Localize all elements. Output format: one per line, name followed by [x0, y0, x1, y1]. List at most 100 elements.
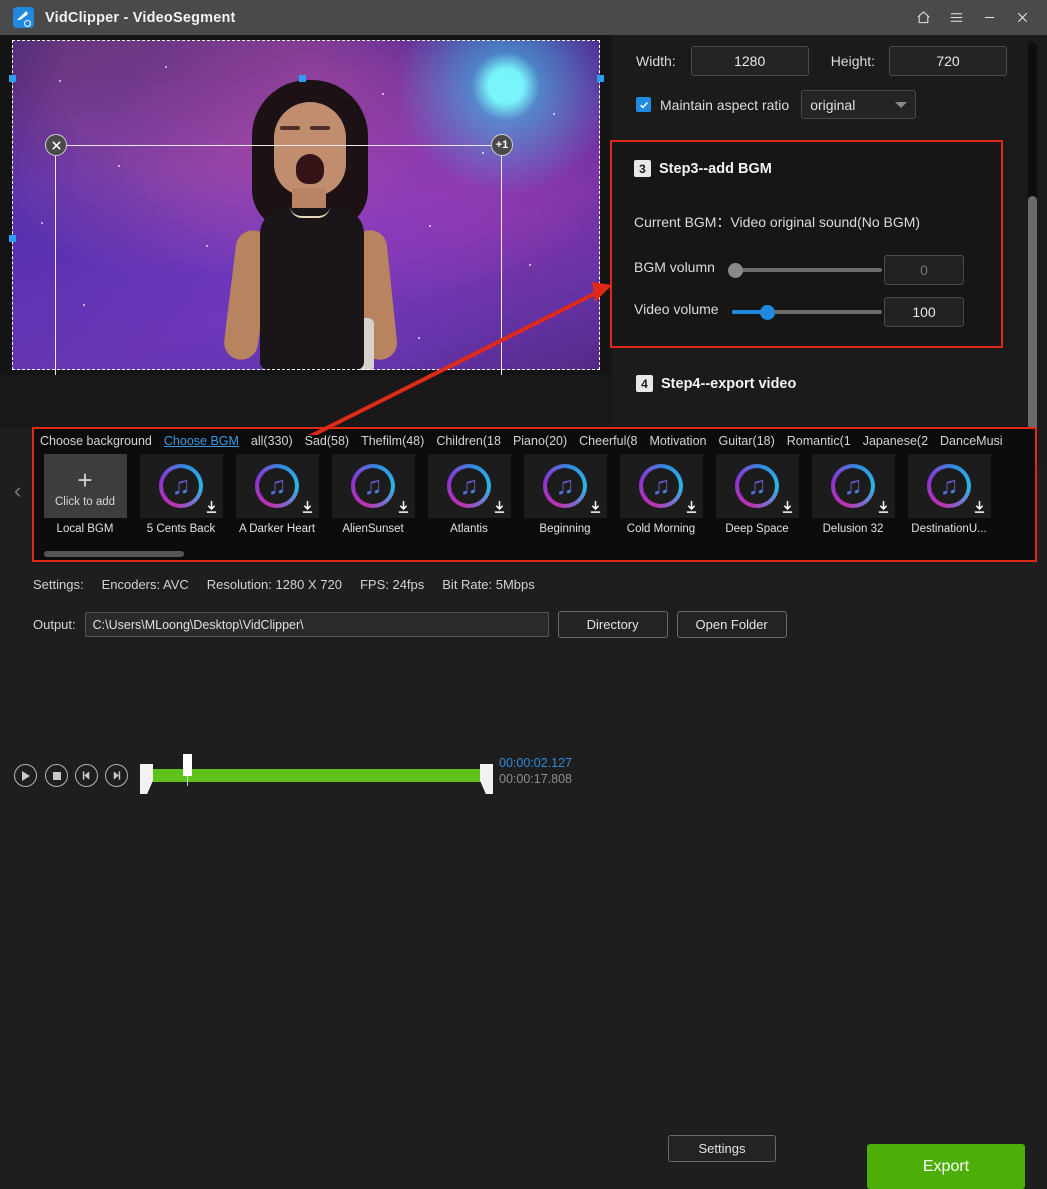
encoders-label: Encoders: AVC	[101, 577, 189, 592]
close-icon[interactable]	[1006, 0, 1039, 35]
bgm-card[interactable]: ♫ DestinationU...	[904, 454, 994, 535]
bgm-thumb[interactable]: ♫	[523, 454, 607, 518]
library-tab-6[interactable]: Piano(20)	[507, 434, 573, 448]
bgm-card-label: A Darker Heart	[238, 523, 316, 535]
plus-icon: +	[77, 465, 93, 495]
bgm-card-label: Cold Morning	[626, 523, 696, 535]
bgm-card[interactable]: ♫ Deep Space	[712, 454, 802, 535]
layer-bounding-box[interactable]	[55, 145, 502, 395]
playhead[interactable]	[183, 754, 192, 776]
delete-layer-handle[interactable]	[45, 134, 67, 156]
timeline-bar: 00:00:02.127 00:00:17.808	[0, 375, 612, 794]
output-path-input[interactable]: C:\Users\MLoong\Desktop\VidClipper\	[84, 612, 549, 637]
library-tab-11[interactable]: Japanese(2	[857, 434, 934, 448]
download-icon[interactable]	[301, 500, 314, 514]
music-note-icon: ♫	[351, 464, 395, 508]
bgm-card[interactable]: ♫ Cold Morning	[616, 454, 706, 535]
add-layer-handle[interactable]: +1	[491, 134, 513, 156]
bgm-thumb[interactable]: ♫	[811, 454, 895, 518]
settings-button[interactable]: Settings	[668, 1135, 776, 1162]
bgm-card[interactable]: ♫ Atlantis	[424, 454, 514, 535]
height-input[interactable]: 720	[889, 46, 1008, 76]
selection-corner-handle[interactable]	[597, 75, 604, 82]
bgm-card[interactable]: ♫ A Darker Heart	[232, 454, 322, 535]
bgm-thumb[interactable]: ♫	[619, 454, 703, 518]
trim-handle-end[interactable]	[480, 764, 493, 794]
bgm-volume-slider[interactable]	[732, 268, 882, 272]
bgm-card[interactable]: ♫ 5 Cents Back	[136, 454, 226, 535]
selection-corner-handle[interactable]	[9, 75, 16, 82]
library-tab-3[interactable]: Sad(58)	[299, 434, 355, 448]
library-tab-5[interactable]: Children(18	[430, 434, 507, 448]
home-icon[interactable]	[907, 0, 940, 35]
prev-frame-button[interactable]	[75, 764, 98, 787]
panel-scrollbar-thumb[interactable]	[1028, 196, 1037, 431]
minimize-icon[interactable]	[973, 0, 1006, 35]
bgm-thumb[interactable]: ♫	[907, 454, 991, 518]
directory-button[interactable]: Directory	[557, 611, 668, 638]
bgm-thumb[interactable]: ♫	[235, 454, 319, 518]
download-icon[interactable]	[781, 500, 794, 514]
bgm-thumb[interactable]: ♫	[139, 454, 223, 518]
add-local-bgm-thumb[interactable]: + Click to add	[43, 454, 127, 518]
trim-handle-start[interactable]	[140, 764, 153, 794]
bgm-thumb[interactable]: ♫	[427, 454, 511, 518]
download-icon[interactable]	[973, 500, 986, 514]
play-button[interactable]	[14, 764, 37, 787]
timeline-track[interactable]	[140, 754, 493, 796]
download-icon[interactable]	[397, 500, 410, 514]
library-tab-12[interactable]: DanceMusi	[934, 434, 1009, 448]
step4-title: Step4--export video	[661, 375, 797, 392]
library-tab-7[interactable]: Cheerful(8	[573, 434, 643, 448]
library-tab-0[interactable]: Choose background	[34, 434, 158, 448]
library-tab-10[interactable]: Romantic(1	[781, 434, 857, 448]
add-layer-label: +1	[495, 139, 509, 151]
library-tab-9[interactable]: Guitar(18)	[713, 434, 781, 448]
open-folder-button[interactable]: Open Folder	[676, 611, 787, 638]
library-tab-4[interactable]: Thefilm(48)	[355, 434, 430, 448]
step3-badge: 3	[634, 160, 651, 177]
library-horizontal-scrollbar[interactable]	[44, 551, 184, 557]
library-cards: + Click to add Local BGM ♫ 5 Cents Back ♫ A Da…	[40, 454, 1000, 535]
bgm-card[interactable]: + Click to add Local BGM	[40, 454, 130, 535]
bgm-card[interactable]: ♫ Beginning	[520, 454, 610, 535]
download-icon[interactable]	[877, 500, 890, 514]
video-volume-knob[interactable]	[760, 305, 775, 320]
bgm-card[interactable]: ♫ AlienSunset	[328, 454, 418, 535]
music-note-icon: ♫	[927, 464, 971, 508]
selection-corner-handle[interactable]	[299, 75, 306, 82]
menu-icon[interactable]	[940, 0, 973, 35]
stop-button[interactable]	[45, 764, 68, 787]
export-button[interactable]: Export	[867, 1144, 1025, 1189]
dimension-row: Width: 1280 Height: 720	[636, 43, 1026, 79]
bgm-thumb[interactable]: ♫	[331, 454, 415, 518]
video-volume-label: Video volume	[634, 301, 719, 317]
next-frame-button[interactable]	[105, 764, 128, 787]
download-icon[interactable]	[205, 500, 218, 514]
library-tab-1[interactable]: Choose BGM	[158, 434, 245, 448]
library-prev-arrow[interactable]: ‹	[14, 478, 21, 504]
aspect-ratio-value: original	[810, 96, 856, 113]
bgm-card[interactable]: ♫ Delusion 32	[808, 454, 898, 535]
download-icon[interactable]	[589, 500, 602, 514]
bgm-volume-knob[interactable]	[728, 263, 743, 278]
download-icon[interactable]	[685, 500, 698, 514]
download-icon[interactable]	[493, 500, 506, 514]
maintain-aspect-checkbox[interactable]	[636, 97, 651, 112]
app-logo-icon	[13, 7, 34, 28]
clip-segment[interactable]	[146, 769, 488, 782]
aspect-ratio-select[interactable]: original	[801, 90, 917, 119]
video-preview-area[interactable]: +1	[0, 35, 612, 410]
bgm-volume-value[interactable]: 0	[884, 255, 964, 285]
bgm-card-label: DestinationU...	[911, 523, 987, 535]
library-tab-8[interactable]: Motivation	[644, 434, 713, 448]
encode-settings-row: Settings: Encoders: AVC Resolution: 1280…	[33, 577, 535, 592]
selection-corner-handle[interactable]	[9, 235, 16, 242]
step3-heading: 3 Step3--add BGM	[634, 160, 772, 177]
current-bgm-value: Video original sound(No BGM)	[730, 214, 921, 230]
video-volume-value[interactable]: 100	[884, 297, 964, 327]
width-input[interactable]: 1280	[690, 46, 809, 76]
bgm-thumb[interactable]: ♫	[715, 454, 799, 518]
library-tab-2[interactable]: all(330)	[245, 434, 299, 448]
step4-heading[interactable]: 4 Step4--export video	[636, 375, 796, 392]
